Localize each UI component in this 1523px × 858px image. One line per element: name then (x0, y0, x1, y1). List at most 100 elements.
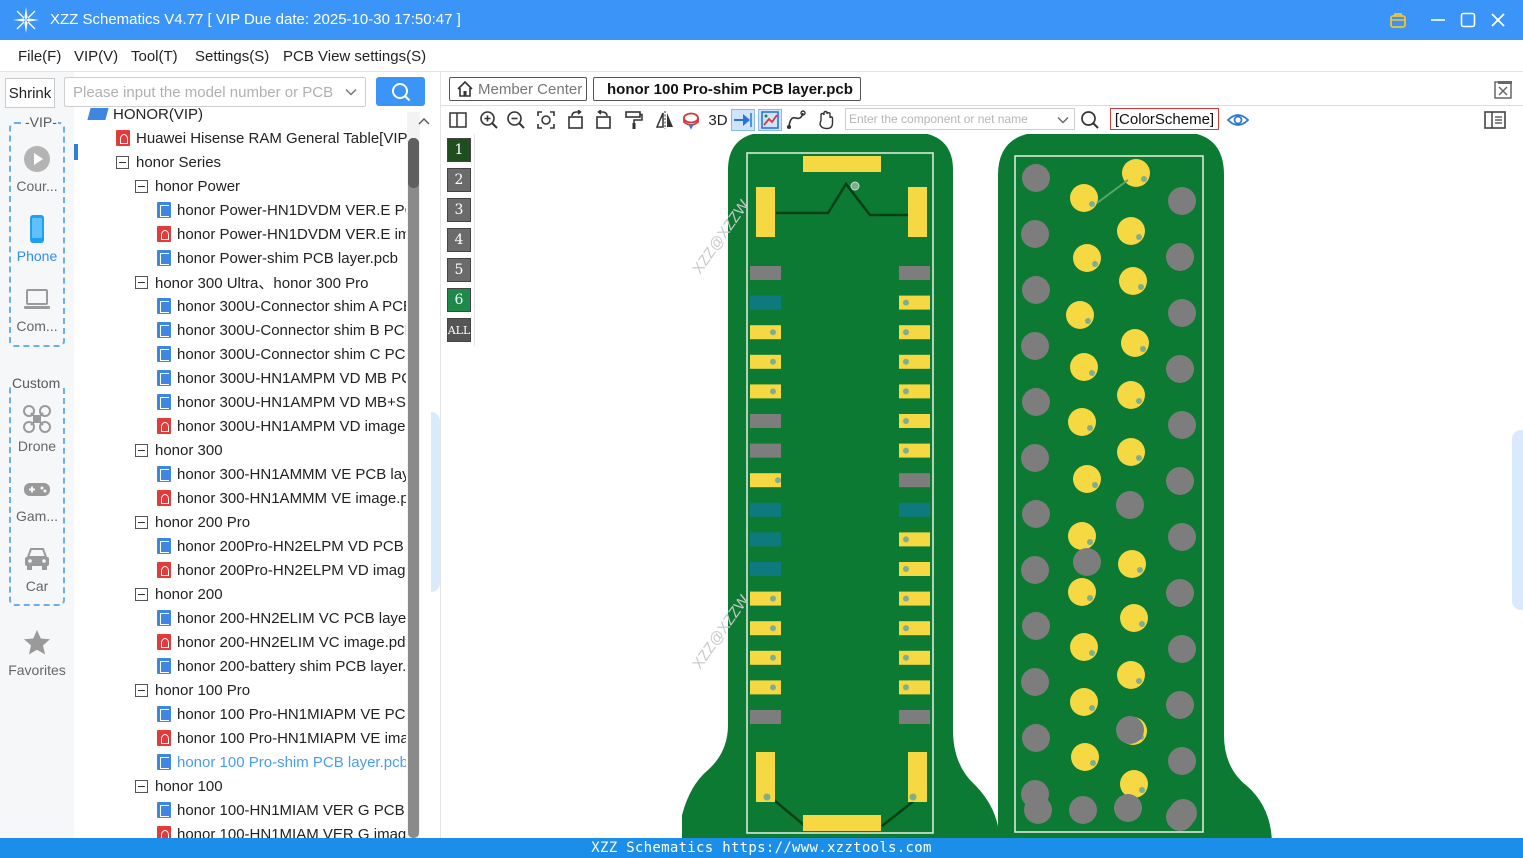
rail-item-game[interactable]: Gam... (0, 474, 74, 524)
collapse-toggle-icon[interactable] (135, 275, 148, 289)
pcb-round-pad[interactable] (1022, 724, 1050, 752)
net-search-field[interactable] (845, 108, 1075, 130)
pcb-round-pad[interactable] (1068, 522, 1096, 550)
pcb-board-view[interactable]: XZZ@XZZWXZZ@XZZW (441, 134, 1523, 838)
pcb-round-pad[interactable] (1071, 743, 1099, 771)
rail-item-phone[interactable]: Phone (0, 214, 74, 264)
tree-file-item[interactable]: honor 200Pro-HN2ELPM VD image.pdf (157, 558, 406, 582)
layer-all-button[interactable]: ALL (447, 318, 471, 342)
pcb-pad[interactable] (750, 502, 781, 517)
rail-item-favorites[interactable]: Favorites (0, 628, 74, 678)
chevron-down-icon[interactable] (1057, 114, 1069, 126)
pcb-pad[interactable] (750, 354, 781, 369)
tree-file-item[interactable]: honor 100-HN1MIAM VER G PCB layer.pcb (157, 798, 406, 822)
tab-member-center[interactable]: Member Center (449, 77, 587, 101)
pcb-round-pad[interactable] (1022, 612, 1050, 640)
pcb-round-pad[interactable] (1022, 164, 1050, 192)
close-button[interactable] (1486, 8, 1510, 32)
tree-file-item[interactable]: honor 300U-HN1AMPM VD MB+SUB PCB layer.p… (157, 390, 406, 414)
pcb-round-pad[interactable] (1022, 500, 1050, 528)
rail-item-drone[interactable]: Drone (0, 404, 74, 454)
pcb-round-pad[interactable] (1066, 301, 1094, 329)
pcb-round-pad[interactable] (1119, 267, 1147, 295)
tree-file-item[interactable]: honor Power-HN1DVDM VER.E image.pdf (157, 222, 406, 246)
pcb-pad[interactable] (750, 650, 781, 665)
pcb-pad[interactable] (899, 710, 930, 724)
pcb-round-pad[interactable] (1117, 438, 1145, 466)
pcb-pad[interactable] (750, 325, 781, 340)
pcb-round-pad[interactable] (1166, 243, 1194, 271)
collapse-toggle-icon[interactable] (135, 443, 148, 457)
flip-board-button[interactable] (680, 109, 702, 131)
pcb-round-pad[interactable] (1021, 668, 1049, 696)
pin-mode-button[interactable] (731, 109, 755, 131)
menu-pcb-view-settings[interactable]: PCB View settings(S) (283, 48, 426, 65)
pcb-pad[interactable] (908, 187, 927, 237)
pcb-round-pad[interactable] (1166, 355, 1194, 383)
tree-folder[interactable]: honor 300 (135, 438, 223, 462)
pcb-round-pad[interactable] (1168, 411, 1196, 439)
pcb-round-pad[interactable] (1117, 381, 1145, 409)
pcb-pad[interactable] (803, 156, 881, 172)
model-search-button[interactable] (376, 77, 425, 106)
pcb-pad[interactable] (899, 266, 930, 280)
tree-file-item[interactable]: honor 300U-HN1AMPM VD image.pdf (157, 414, 406, 438)
pcb-round-pad[interactable] (1118, 550, 1146, 578)
collapse-toggle-icon[interactable] (135, 683, 148, 697)
pcb-round-pad[interactable] (1114, 794, 1142, 822)
layer-2-button[interactable]: 2 (447, 168, 471, 192)
pcb-round-pad[interactable] (1168, 523, 1196, 551)
pcb-round-pad[interactable] (1070, 688, 1098, 716)
pcb-round-pad[interactable] (1166, 467, 1194, 495)
pcb-round-pad[interactable] (1022, 388, 1050, 416)
tree-file-item[interactable]: honor 300U-Connector shim A PCB layer.pc… (157, 294, 406, 318)
tree-file-item[interactable]: honor 200Pro-HN2ELPM VD PCB layer.pcb (157, 534, 406, 558)
tree-folder[interactable]: honor Power (135, 174, 240, 198)
zoom-in-button[interactable] (478, 109, 500, 131)
toggle-panel-button[interactable] (447, 109, 469, 131)
pcb-pad[interactable] (756, 187, 775, 237)
pcb-round-pad[interactable] (1117, 661, 1145, 689)
pcb-round-pad[interactable] (1120, 770, 1148, 798)
tree-file-item[interactable]: Huawei Hisense RAM General Table[VIP] (116, 126, 408, 150)
tree-file-item[interactable]: honor 300U-Connector shim C PCB layer.pc… (157, 342, 406, 366)
pcb-round-pad[interactable] (1070, 184, 1098, 212)
tab-active-file[interactable]: honor 100 Pro-shim PCB layer.pcb (593, 77, 861, 101)
pcb-round-pad[interactable] (1068, 408, 1096, 436)
pcb-pad[interactable] (750, 295, 781, 310)
layer-5-button[interactable]: 5 (447, 258, 471, 282)
pcb-pad[interactable] (750, 443, 781, 458)
pcb-round-pad[interactable] (1073, 548, 1101, 576)
pcb-pad[interactable] (899, 502, 930, 517)
scroll-up-icon[interactable] (418, 116, 430, 126)
zoom-out-button[interactable] (505, 109, 527, 131)
menu-tool[interactable]: Tool(T) (131, 48, 178, 65)
tree-file-item[interactable]: honor 100 Pro-shim PCB layer.pcb (157, 750, 406, 774)
tree-file-item[interactable]: honor 300U-Connector shim B PCB layer.pc… (157, 318, 406, 342)
tree-scrollbar-thumb[interactable] (408, 138, 419, 188)
pcb-pad[interactable] (750, 591, 781, 606)
pcb-pad[interactable] (750, 414, 781, 428)
collapse-toggle-icon[interactable] (135, 587, 148, 601)
pcb-round-pad[interactable] (1073, 244, 1101, 272)
format-painter-button[interactable] (623, 109, 645, 131)
pcb-round-pad[interactable] (1070, 633, 1098, 661)
collapse-toggle-icon[interactable] (135, 779, 148, 793)
pcb-pad[interactable] (750, 266, 781, 280)
pcb-pad[interactable] (750, 621, 781, 636)
pcb-pad[interactable] (750, 384, 781, 399)
pcb-round-pad[interactable] (1070, 353, 1098, 381)
tree-file-item[interactable]: honor 300-HN1AMMM VE PCB layer.pcb (157, 462, 406, 486)
pcb-pad[interactable] (750, 680, 781, 695)
minimize-button[interactable] (1426, 8, 1450, 32)
model-search-input[interactable] (65, 78, 335, 106)
color-scheme-button[interactable]: [ColorScheme] (1110, 108, 1219, 130)
visibility-button[interactable] (1227, 109, 1249, 131)
side-panel-toggle-button[interactable] (1484, 109, 1506, 131)
layer-4-button[interactable]: 4 (447, 228, 471, 252)
layer-1-button[interactable]: 1 (447, 138, 471, 162)
rail-item-courses[interactable]: Cour... (0, 144, 74, 194)
pcb-round-pad[interactable] (1024, 796, 1052, 824)
pcb-pad[interactable] (899, 473, 930, 488)
pcb-round-pad[interactable] (1021, 220, 1049, 248)
